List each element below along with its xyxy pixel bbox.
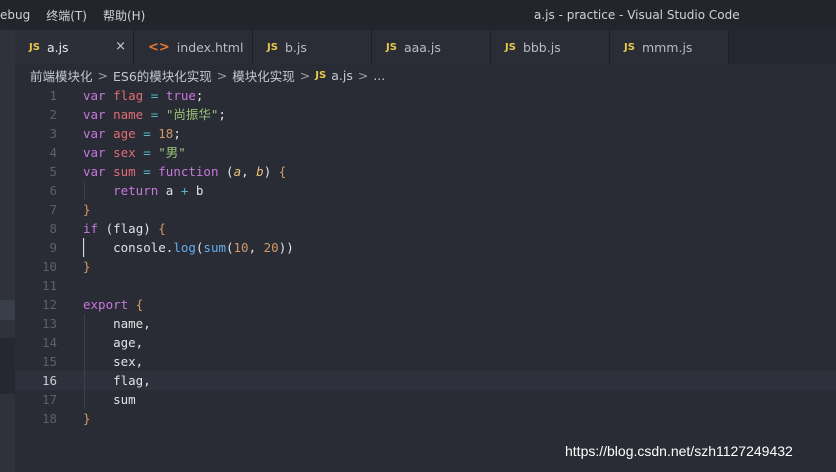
breadcrumb-file[interactable]: a.js (331, 68, 353, 83)
code-line[interactable]: 10} (15, 257, 836, 276)
chevron-right-icon: > (357, 67, 369, 83)
code-line[interactable]: 16 flag, (15, 371, 836, 390)
breadcrumb-item[interactable]: ES6的模块化实现 (113, 66, 212, 85)
line-number: 7 (49, 202, 57, 217)
line-number: 1 (49, 88, 57, 103)
code-line[interactable]: 5 var sum = function (a, b) { (15, 162, 836, 181)
line-number: 8 (49, 221, 57, 236)
line-number: 18 (41, 411, 57, 426)
watermark-url: https://blog.csdn.net/szh1127249432 (565, 443, 793, 459)
line-number: 6 (49, 183, 57, 198)
close-icon[interactable]: × (115, 39, 126, 54)
code-text: name, (83, 316, 151, 331)
code-line[interactable]: 8 if (flag) { (15, 219, 836, 238)
tab-label: mmm.js (641, 39, 693, 55)
js-file-icon: JS (267, 41, 278, 53)
code-text: var sum = function (a, b) { (83, 164, 287, 179)
line-number: 5 (49, 164, 57, 179)
code-text: console.log(sum(10, 20)) (83, 240, 294, 255)
code-line[interactable]: 14 age, (15, 333, 836, 352)
window-title: a.js - practice - Visual Studio Code (534, 8, 740, 22)
line-number: 10 (41, 259, 57, 274)
breadcrumb: 前端模块化 > ES6的模块化实现 > 模块化实现 > JS a.js > ..… (15, 64, 836, 86)
code-text: var sex = "男" (83, 145, 186, 160)
code-text: } (83, 202, 91, 217)
title-bar: ebug 终端(T) 帮助(H) a.js - practice - Visua… (0, 0, 836, 30)
chevron-right-icon: > (299, 67, 311, 83)
code-line[interactable]: 12 export { (15, 295, 836, 314)
code-editor[interactable]: 1 var flag = true; 2 var name = "尚振华"; 3 var … (15, 86, 836, 472)
code-text: if (flag) { (83, 221, 166, 236)
line-number: 15 (41, 354, 57, 369)
tab-bar: JS a.js × <> index.html JS b.js JS aaa.j… (15, 30, 836, 64)
indent-guide (84, 314, 85, 409)
code-text: sex, (83, 354, 144, 369)
code-text: var flag = true; (83, 88, 204, 103)
line-number: 13 (41, 316, 57, 331)
js-file-icon: JS (624, 41, 635, 53)
line-number: 11 (41, 278, 57, 293)
js-file-icon: JS (29, 41, 40, 53)
code-line[interactable]: 3 var age = 18; (15, 124, 836, 143)
line-number: 16 (41, 373, 57, 388)
text-cursor (83, 238, 84, 257)
tab-label: index.html (176, 39, 244, 55)
indent-guide (84, 238, 85, 257)
tab-b-js[interactable]: JS b.js (253, 30, 372, 64)
js-file-icon: JS (386, 41, 397, 53)
tab-aaa-js[interactable]: JS aaa.js (372, 30, 491, 64)
code-line[interactable]: 2 var name = "尚振华"; (15, 105, 836, 124)
line-number: 9 (49, 240, 57, 255)
js-file-icon: JS (505, 41, 516, 53)
tab-label: b.js (284, 39, 307, 55)
breadcrumb-symbols[interactable]: ... (373, 68, 385, 83)
tab-label: a.js (46, 39, 69, 55)
code-line[interactable]: 13 name, (15, 314, 836, 333)
code-text: var age = 18; (83, 126, 181, 141)
breadcrumb-item[interactable]: 模块化实现 (232, 66, 295, 85)
code-line[interactable]: 17 sum (15, 390, 836, 409)
menu-bar: ebug 终端(T) 帮助(H) (0, 0, 161, 30)
line-number: 2 (49, 107, 57, 122)
active-line-marker (0, 300, 15, 320)
tab-label: aaa.js (403, 39, 441, 55)
code-text: sum (83, 392, 136, 407)
code-text: flag, (83, 373, 151, 388)
code-text: return a + b (113, 183, 204, 198)
js-file-icon: JS (315, 69, 327, 81)
code-text: } (83, 259, 91, 274)
menu-item-terminal[interactable]: 终端(T) (46, 7, 87, 24)
tab-index-html[interactable]: <> index.html (134, 30, 253, 64)
code-text: age, (83, 335, 144, 350)
scroll-region (0, 338, 15, 394)
code-text: } (83, 411, 91, 426)
menu-item-help[interactable]: 帮助(H) (103, 7, 145, 24)
line-number: 14 (41, 335, 57, 350)
chevron-right-icon: > (216, 67, 228, 83)
tab-bbb-js[interactable]: JS bbb.js (491, 30, 610, 64)
breadcrumb-item[interactable]: 前端模块化 (30, 66, 93, 85)
line-number: 17 (41, 392, 57, 407)
html-file-icon: <> (148, 39, 170, 55)
code-line[interactable]: 9 console.log(sum(10, 20)) (15, 238, 836, 257)
line-number: 3 (49, 126, 57, 141)
sidebar-edge (0, 30, 15, 472)
tab-label: bbb.js (522, 39, 561, 55)
code-line[interactable]: 11 (15, 276, 836, 295)
code-line[interactable]: 6 return a + b (15, 181, 836, 200)
chevron-right-icon: > (97, 67, 108, 83)
code-text: export { (83, 297, 144, 312)
code-text: var name = "尚振华"; (83, 107, 226, 122)
indent-guide (84, 181, 85, 200)
code-line[interactable]: 18} (15, 409, 836, 428)
line-number: 4 (49, 145, 57, 160)
tab-mmm-js[interactable]: JS mmm.js (610, 30, 729, 64)
code-line[interactable]: 4 var sex = "男" (15, 143, 836, 162)
tab-a-js[interactable]: JS a.js × (15, 30, 134, 64)
menu-item-debug[interactable]: ebug (0, 8, 30, 22)
line-number: 12 (41, 297, 57, 312)
code-line[interactable]: 1 var flag = true; (15, 86, 836, 105)
code-line[interactable]: 7} (15, 200, 836, 219)
code-line[interactable]: 15 sex, (15, 352, 836, 371)
